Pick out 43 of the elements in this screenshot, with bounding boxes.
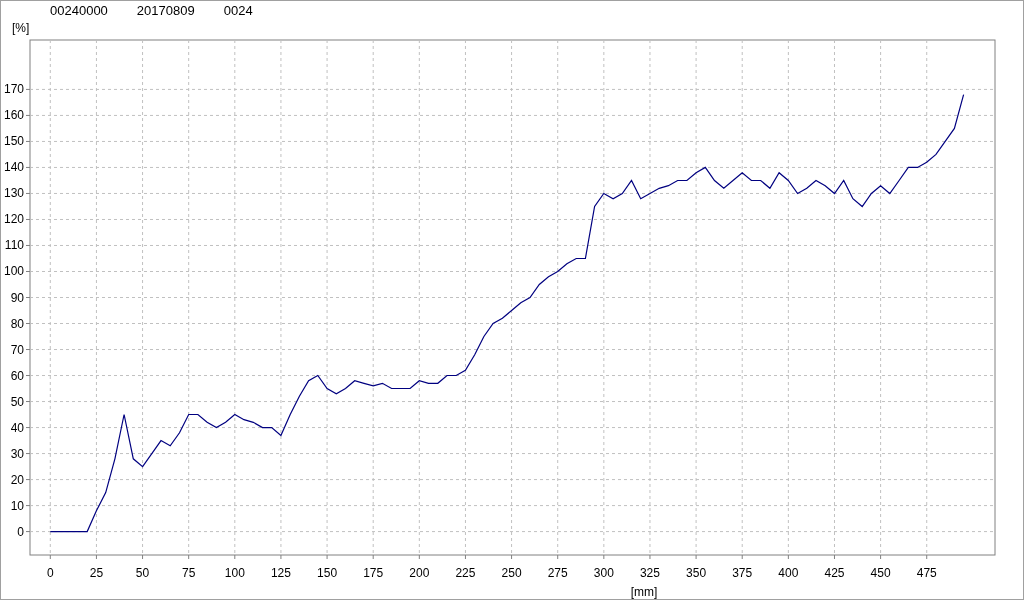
y-tick-label: 70 [10, 342, 24, 357]
x-tick-label: 250 [501, 566, 522, 580]
x-tick-label: 450 [870, 566, 891, 580]
x-tick-label: 125 [270, 566, 291, 580]
x-tick-label: 75 [182, 566, 196, 580]
y-axis-unit: [%] [12, 21, 30, 35]
x-tick-label: 275 [547, 566, 568, 580]
x-tick-label: 300 [593, 566, 614, 580]
y-tick-label: 110 [4, 238, 24, 253]
header-text: 0024 [223, 2, 253, 21]
header-text: 20170809 [136, 2, 195, 21]
y-tick-label: 160 [3, 108, 24, 123]
y-tick-label: 60 [10, 368, 24, 383]
x-tick-label: 100 [224, 566, 245, 580]
x-tick-label: 175 [363, 566, 384, 580]
x-tick-label: 400 [778, 566, 799, 580]
y-tick-label: 150 [3, 134, 24, 149]
x-tick-label: 0 [46, 566, 54, 580]
y-tick-label: 170 [3, 82, 24, 97]
x-tick-label: 200 [409, 566, 430, 580]
x-tick-label: 50 [135, 566, 150, 580]
x-tick-label: 25 [89, 566, 104, 580]
header-text: 00240000 [50, 2, 108, 21]
x-axis-unit: [mm] [630, 585, 658, 599]
x-tick-label: 375 [732, 566, 753, 580]
x-tick-label: 425 [824, 566, 845, 580]
y-tick-label: 130 [3, 186, 24, 201]
y-tick-label: 50 [10, 394, 24, 409]
y-tick-label: 0 [17, 524, 24, 539]
x-tick-label: 150 [317, 566, 338, 580]
y-tick-label: 20 [10, 472, 24, 487]
y-tick-label: 80 [10, 316, 24, 331]
y-tick-label: 90 [10, 290, 24, 305]
y-tick-label: 30 [10, 446, 24, 461]
y-tick-label: 10 [10, 498, 24, 513]
y-tick-label: 100 [3, 264, 24, 279]
y-tick-label: 140 [3, 160, 24, 175]
y-tick-label: 40 [10, 420, 24, 435]
x-tick-label: 475 [916, 566, 937, 580]
x-tick-label: 325 [639, 566, 660, 580]
x-tick-label: 350 [686, 566, 707, 580]
x-tick-label: 225 [455, 566, 476, 580]
y-tick-label: 120 [3, 212, 24, 227]
